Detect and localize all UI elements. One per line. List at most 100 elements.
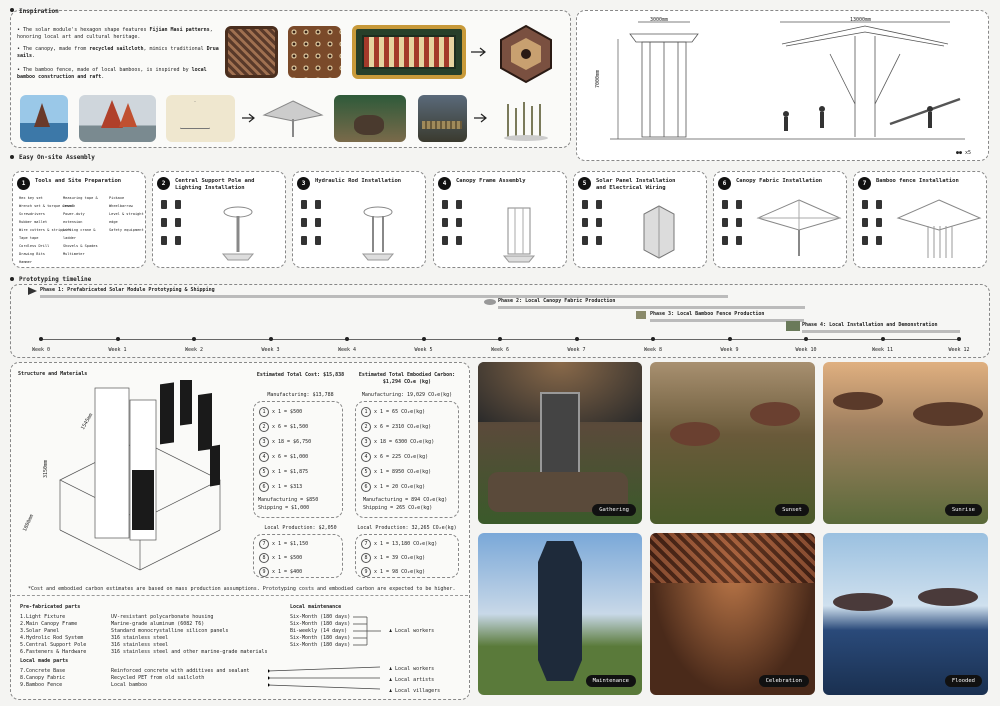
week-label: Week 0 (31, 347, 51, 353)
masi-pattern-image-3 (352, 25, 466, 79)
inspiration-title: Inspiration (19, 8, 59, 15)
week-marker (727, 337, 732, 341)
week-label: Week 11 (871, 347, 894, 353)
local-parts-list: 7.Concrete Base Reinforced concrete with … (20, 668, 250, 688)
render-maintenance: Maintenance (478, 533, 642, 695)
timeline-title: Prototyping timeline (19, 276, 92, 283)
week-marker (574, 337, 579, 341)
render-sunrise: Sunrise (823, 362, 988, 524)
phase-4-label: Phase 4: Local Installation and Demonstr… (802, 322, 938, 328)
week-marker (421, 337, 426, 341)
arrow-icon (242, 113, 255, 123)
step-3-card: 3 Hydraulic Rod Installation (292, 171, 426, 268)
week-marker (345, 337, 349, 341)
bamboo-icon (636, 311, 646, 319)
week-marker (192, 337, 196, 341)
cost-local: Local Production: $2,050 (264, 525, 337, 531)
arrow-icon (471, 47, 486, 57)
maintenance-workers: ♟ Local workers (389, 628, 435, 634)
cost-local-list: 7x 1 = $1,150 8x 1 = $500 9x 1 = $400 (259, 537, 308, 579)
render-celebration: Celebration (650, 533, 815, 695)
cost-list: 1x 1 = $500 2x 6 = $1,500 3x 18 = $6,750… (259, 405, 311, 495)
prefab-title: Pre-fabricated parts (20, 604, 81, 610)
total-carbon-title: Estimated Total Embodied Carbon: $1,294 … (358, 372, 456, 385)
week-label: Week 5 (414, 347, 433, 353)
step-number: 4 (438, 177, 451, 190)
fabric-render (756, 199, 842, 256)
masi-pattern-image-1 (225, 26, 278, 78)
step-title: Hydraulic Rod Installation (315, 178, 402, 184)
inspiration-bullet-3: • The bamboo fence, made of local bamboo… (17, 67, 207, 80)
week-label: Week 7 (567, 347, 586, 353)
step-title: Central Support Pole and Lighting Instal… (175, 178, 255, 191)
elevation-drawing (610, 21, 965, 140)
week-marker (268, 337, 273, 341)
cost-extra-1: Manufacturing = $850 (258, 497, 319, 503)
solar-render (643, 205, 675, 259)
carbon-local: Local Production: 32,265 CO₂e(kg) (357, 525, 457, 531)
step-7-card: 7 Bamboo fence Installation (853, 171, 987, 268)
week-label: Week 10 (795, 347, 817, 353)
inspiration-bullet-1: • The solar module's hexagon shape featu… (17, 27, 213, 40)
structure-title: Structure and Materials (18, 371, 88, 377)
render-gathering: Gathering (478, 362, 642, 524)
week-marker (39, 337, 43, 341)
step-number: 1 (17, 177, 30, 190)
phase-2-label: Phase 2: Local Canopy Fabric Production (498, 298, 616, 304)
week-label: Week 8 (643, 347, 663, 353)
week-label: Week 6 (490, 347, 510, 353)
section-bullet (10, 155, 14, 159)
bamboo-raft-photo (418, 95, 467, 142)
elevation-dim-height: 7000mm (595, 69, 601, 88)
divider (12, 595, 468, 596)
local-connectors (268, 666, 381, 690)
fence-render (896, 199, 982, 258)
canopy-render (262, 100, 324, 137)
step-number: 5 (578, 177, 591, 190)
phase-1-bar (40, 295, 728, 298)
render-sunset: Sunset (650, 362, 815, 524)
week-label: Week 3 (261, 347, 280, 353)
elevation-dim-width: 3000mm (650, 17, 669, 23)
week-marker (115, 337, 120, 341)
maintenance-bracket (353, 616, 381, 646)
render-label: Sunrise (944, 504, 982, 516)
step-5-card: 5 Solar Panel Installation and Electrica… (573, 171, 707, 268)
elevation-dim-canopy: 13000mm (850, 17, 872, 23)
pole-render (221, 206, 255, 261)
week-label: Week 12 (948, 347, 970, 353)
section-bullet (10, 8, 14, 12)
worker-icon: ♟ (389, 628, 393, 634)
step-2-card: 2 Central Support Pole and Lighting Inst… (152, 171, 286, 268)
step-6-card: 6 Canopy Fabric Installation (713, 171, 847, 268)
week-marker (957, 337, 961, 341)
week-label: Week 4 (337, 347, 357, 353)
phase-2-bar (498, 306, 805, 309)
render-label: Celebration (758, 675, 809, 687)
carbon-extra-1: Manufacturing = 894 CO₂e(kg) (363, 497, 448, 503)
step-title: Solar Panel Installation and Electrical … (596, 178, 676, 191)
masi-pattern-image-2 (288, 26, 341, 78)
arrow-icon (474, 113, 487, 123)
section-bullet (10, 277, 14, 281)
canopy-icon (484, 299, 496, 305)
bamboo-photo-1 (334, 95, 406, 142)
step-1-card: 1 Tools and Site Preparation Hex key set… (12, 171, 146, 268)
worker-icon: ♟ (389, 666, 393, 672)
carbon-list: 1x 1 = 65 CO₂e(kg) 2x 6 = 2310 CO₂e(kg) … (361, 405, 434, 495)
week-marker (498, 337, 502, 341)
drua-sketch (166, 95, 235, 142)
total-cost-title: Estimated Total Cost: $15,838 (256, 372, 345, 378)
hydraulic-render (361, 206, 395, 261)
cost-extra-2: Shipping = $1,000 (258, 505, 310, 511)
week-label: Week 9 (720, 347, 739, 353)
phase-3-label: Phase 3: Local Bamboo Fence Production (650, 311, 765, 317)
render-label: Sunset (775, 504, 809, 516)
prefab-list: 1.Light Fixture UV-resistant polycarbonat… (20, 614, 268, 655)
week-marker (651, 337, 655, 341)
phase-3-bar (650, 319, 804, 322)
installation-icon (786, 321, 800, 331)
assembly-title: Easy On-site Assembly (19, 154, 95, 161)
phase-4-bar (802, 330, 960, 333)
dim-height: 3150mm (43, 459, 49, 478)
